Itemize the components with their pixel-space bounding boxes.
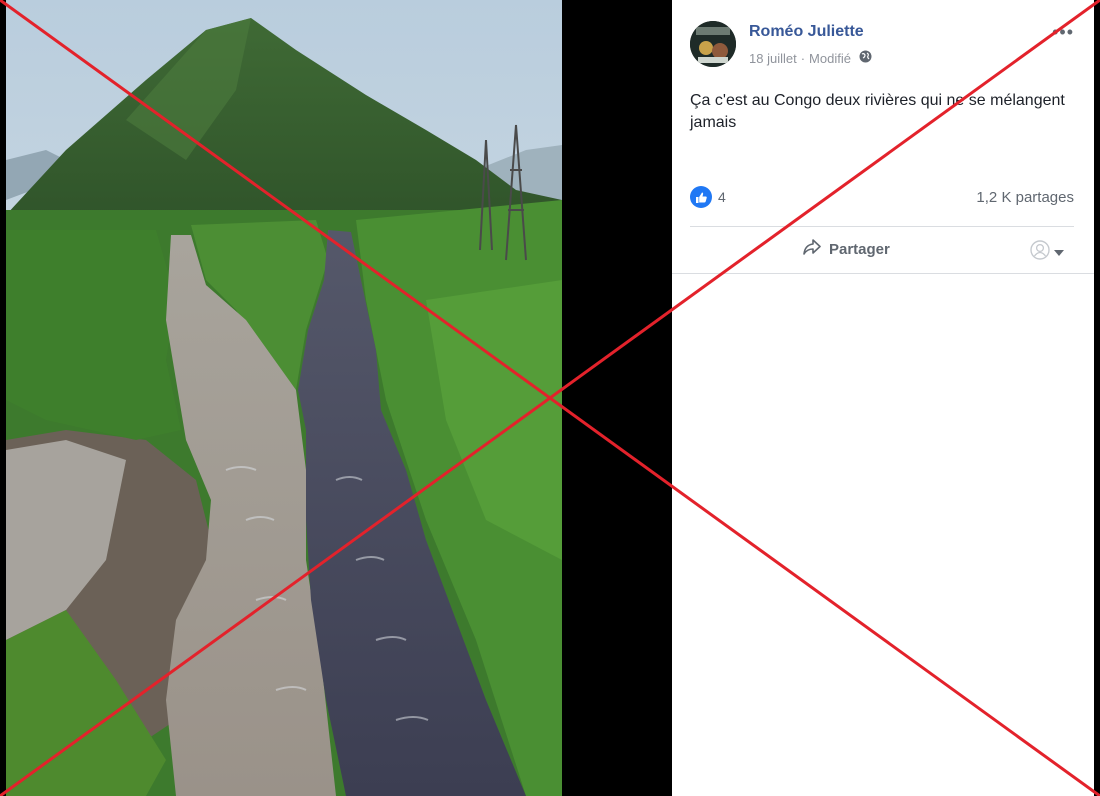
audience-selector[interactable] (1030, 240, 1064, 265)
reaction-count: 4 (718, 189, 726, 205)
river-landscape-image (6, 0, 562, 796)
post-card: Roméo Juliette 18 juillet · Modifié ••• … (672, 0, 1094, 796)
meta-separator: · (800, 50, 806, 66)
share-button-label: Partager (829, 240, 890, 258)
globe-icon[interactable] (859, 50, 872, 66)
chevron-down-icon (1054, 244, 1064, 262)
divider (672, 273, 1094, 274)
post-date[interactable]: 18 juillet (749, 51, 797, 66)
post-photo[interactable] (6, 0, 562, 796)
profile-picture (690, 21, 736, 67)
edited-label[interactable]: Modifié (809, 51, 851, 66)
post-text: Ça c'est au Congo deux rivières qui ne s… (690, 92, 1065, 131)
reactions-summary[interactable]: 4 (690, 186, 726, 208)
like-icon (690, 186, 712, 208)
share-button[interactable]: Partager (802, 238, 890, 260)
divider (690, 226, 1074, 227)
author-name[interactable]: Roméo Juliette (749, 23, 864, 41)
more-options-button[interactable]: ••• (1052, 22, 1074, 43)
share-arrow-icon (802, 238, 822, 260)
post-meta: 18 juillet · Modifié (749, 50, 872, 66)
share-count[interactable]: 1,2 K partages (976, 189, 1074, 206)
user-silhouette-icon (1030, 240, 1050, 265)
avatar[interactable] (690, 21, 736, 67)
